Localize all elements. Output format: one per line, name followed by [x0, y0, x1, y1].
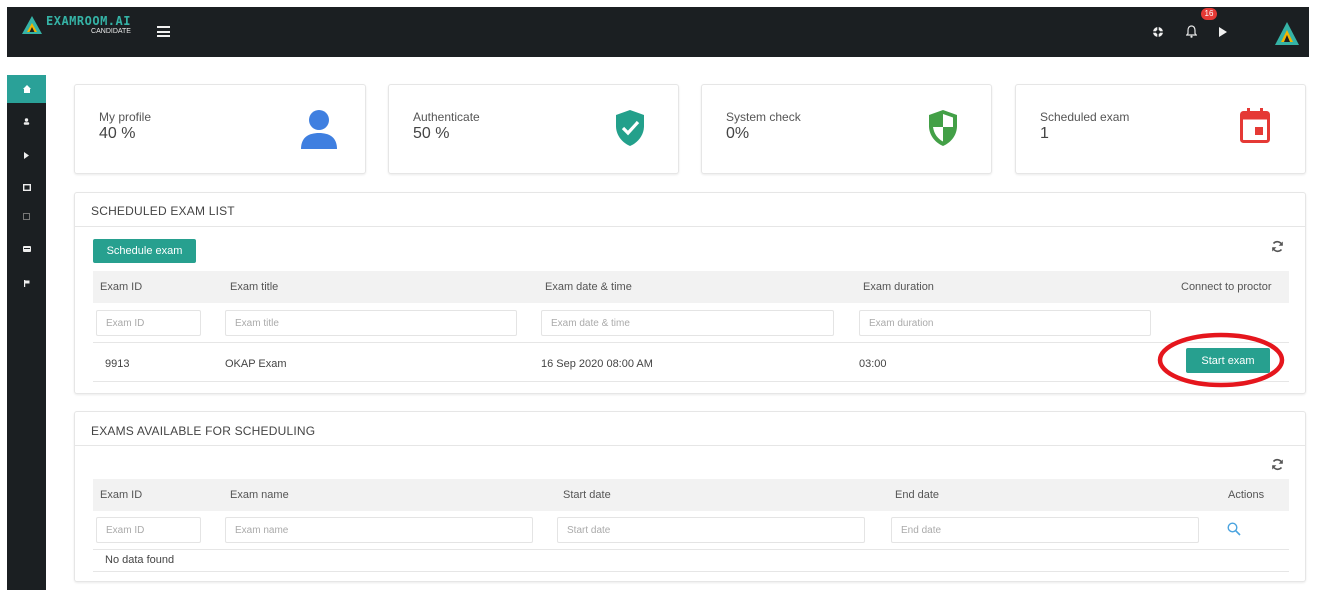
brand-subtitle: CANDIDATE: [91, 28, 131, 35]
exam-title-cell: OKAP Exam: [225, 358, 287, 370]
stat-card-scheduled-exam[interactable]: Scheduled exam 1: [1015, 84, 1306, 174]
exam-id-filter-input[interactable]: Exam ID: [96, 517, 201, 543]
search-icon[interactable]: [1227, 522, 1241, 536]
side-nav: [7, 75, 46, 590]
divider: [93, 381, 1289, 382]
exam-id-filter-input[interactable]: Exam ID: [96, 310, 201, 336]
divider: [75, 226, 1305, 227]
window-icon: [22, 183, 31, 191]
schedule-exam-button[interactable]: Schedule exam: [93, 239, 196, 263]
nav-play[interactable]: [7, 141, 46, 169]
divider: [93, 549, 1289, 550]
exam-datetime-filter-input[interactable]: Exam date & time: [541, 310, 834, 336]
start-date-filter-input[interactable]: Start date: [557, 517, 865, 543]
nav-profile[interactable]: [7, 107, 46, 135]
calendar-icon: [1240, 108, 1270, 143]
stat-card-my-profile[interactable]: My profile 40 %: [74, 84, 366, 174]
stat-value: 0%: [726, 125, 750, 142]
column-header[interactable]: End date: [895, 489, 939, 501]
divider: [93, 342, 1289, 343]
examroom-logo-icon: [22, 16, 42, 34]
grid-icon: [23, 212, 30, 220]
column-header[interactable]: Actions: [1228, 489, 1264, 501]
panel-title: EXAMS AVAILABLE FOR SCHEDULING: [91, 424, 316, 438]
person-icon: [23, 117, 30, 125]
column-header[interactable]: Connect to proctor: [1181, 281, 1272, 293]
stat-label: System check: [726, 110, 801, 124]
top-bar: EXAMROOM.AI CANDIDATE: [7, 7, 1309, 57]
divider: [75, 445, 1305, 446]
brand[interactable]: EXAMROOM.AI CANDIDATE: [21, 15, 131, 35]
divider: [93, 571, 1289, 572]
stat-value: 50 %: [413, 125, 450, 142]
empty-state-text: No data found: [105, 554, 175, 566]
stat-card-system-check[interactable]: System check 0%: [701, 84, 992, 174]
table-header: Exam ID Exam title Exam date & time Exam…: [93, 271, 1289, 303]
nav-flag[interactable]: [7, 269, 46, 297]
arrow-right-icon: [24, 151, 29, 159]
scheduled-exam-panel: SCHEDULED EXAM LIST Schedule exam Exam I…: [74, 192, 1306, 394]
menu-toggle-icon[interactable]: [157, 26, 170, 37]
end-date-filter-input[interactable]: End date: [891, 517, 1199, 543]
exam-duration-cell: 03:00: [859, 358, 887, 370]
stat-label: My profile: [99, 110, 152, 124]
nav-home[interactable]: [7, 75, 46, 103]
home-icon: [22, 85, 31, 93]
stat-card-authenticate[interactable]: Authenticate 50 %: [388, 84, 679, 174]
column-header[interactable]: Exam ID: [100, 489, 142, 501]
column-header[interactable]: Exam name: [230, 489, 289, 501]
column-header[interactable]: Exam date & time: [545, 281, 632, 293]
stat-label: Scheduled exam: [1040, 110, 1130, 124]
support-icon[interactable]: [1152, 26, 1164, 38]
nav-reports[interactable]: [7, 202, 46, 230]
available-exams-panel: EXAMS AVAILABLE FOR SCHEDULING Exam ID E…: [74, 411, 1306, 582]
column-header[interactable]: Start date: [563, 489, 611, 501]
stat-value: 1: [1040, 125, 1049, 142]
shield-half-icon: [929, 110, 957, 146]
play-icon[interactable]: [1219, 27, 1227, 37]
table-header: Exam ID Exam name Start date End date Ac…: [93, 479, 1289, 511]
exam-name-filter-input[interactable]: Exam name: [225, 517, 533, 543]
column-header[interactable]: Exam title: [230, 281, 278, 293]
highlight-ring: [1157, 332, 1285, 388]
nav-cards[interactable]: [7, 235, 46, 263]
refresh-icon[interactable]: [1271, 240, 1284, 253]
panel-title: SCHEDULED EXAM LIST: [91, 204, 235, 218]
refresh-icon[interactable]: [1271, 458, 1284, 471]
notification-badge: 16: [1201, 8, 1217, 20]
flag-icon: [23, 279, 29, 287]
card-icon: [22, 246, 31, 252]
exam-duration-filter-input[interactable]: Exam duration: [859, 310, 1151, 336]
column-header[interactable]: Exam duration: [863, 281, 934, 293]
bell-icon[interactable]: [1186, 25, 1197, 38]
exam-datetime-cell: 16 Sep 2020 08:00 AM: [541, 358, 653, 370]
brand-name: EXAMROOM.AI: [46, 14, 131, 28]
nav-exams[interactable]: [7, 173, 46, 201]
exam-id-cell: 9913: [105, 358, 130, 370]
user-icon: [301, 110, 337, 149]
user-avatar-logo-icon[interactable]: [1274, 21, 1300, 46]
exam-title-filter-input[interactable]: Exam title: [225, 310, 517, 336]
stat-value: 40 %: [99, 125, 136, 142]
column-header[interactable]: Exam ID: [100, 281, 142, 293]
shield-check-icon: [616, 110, 644, 146]
stat-label: Authenticate: [413, 110, 480, 124]
